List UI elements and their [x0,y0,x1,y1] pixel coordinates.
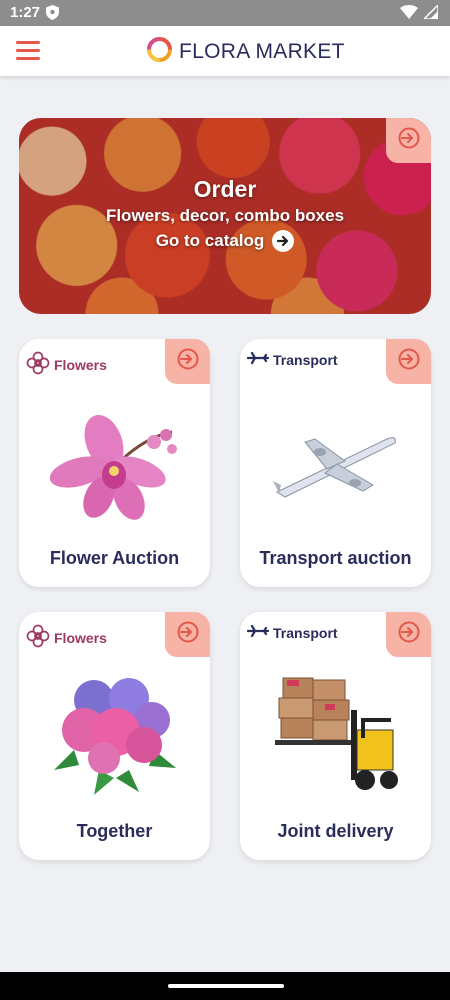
card-transport-auction[interactable]: Transport Transport auction [240,339,431,587]
banner-title: Order [193,176,257,202]
card-together[interactable]: Flowers Together [19,612,210,860]
brand: FLORA MARKET [146,36,345,68]
system-nav-bar [0,972,450,1000]
airplane-image [265,397,405,527]
card-tag: Transport [246,624,338,641]
home-gesture-handle[interactable] [168,984,284,988]
login-arrow-icon [397,347,421,376]
forklift-image [265,670,405,800]
status-bar: 1:27 [0,0,450,26]
airplane-icon [246,624,270,641]
card-tag: Flowers [26,351,107,378]
banner-subtitle: Flowers, decor, combo boxes [105,206,345,225]
flower-logo-icon [26,351,50,378]
card-title: Transport auction [259,548,412,568]
card-joint-delivery[interactable]: Transport Joint delivery [240,612,431,860]
card-enter-button[interactable] [386,612,431,657]
go-to-catalog-link[interactable]: Go to catalog [19,230,431,252]
card-title: Flower Auction [49,548,180,568]
card-enter-button[interactable] [165,612,210,657]
flora-logo-icon [146,36,173,68]
airplane-icon [246,351,270,368]
card-enter-button[interactable] [386,339,431,384]
catalog-link-label: Go to catalog [155,231,265,250]
card-title: Together [76,821,153,841]
status-time: 1:27 [10,4,41,21]
login-arrow-icon [176,620,200,649]
hydrangea-image [44,670,184,800]
arrow-right-icon [272,230,295,252]
signal-icon [422,3,439,24]
card-tag: Transport [246,351,338,368]
order-banner[interactable]: Order Flowers, decor, combo boxes Go to … [19,118,431,314]
card-tag: Flowers [26,624,107,651]
shield-icon [46,5,59,25]
orchid-image [44,397,184,527]
login-arrow-icon [397,126,421,155]
card-enter-button[interactable] [165,339,210,384]
banner-enter-button[interactable] [386,118,431,163]
login-arrow-icon [176,347,200,376]
app-bar: FLORA MARKET [0,26,450,76]
menu-icon [16,41,40,44]
flower-logo-icon [26,624,50,651]
card-flower-auction[interactable]: Flowers Flower Auction [19,339,210,587]
menu-button[interactable] [14,38,42,64]
app-title: FLORA MARKET [179,40,345,63]
card-title: Joint delivery [277,821,394,841]
wifi-icon [400,5,418,24]
login-arrow-icon [397,620,421,649]
